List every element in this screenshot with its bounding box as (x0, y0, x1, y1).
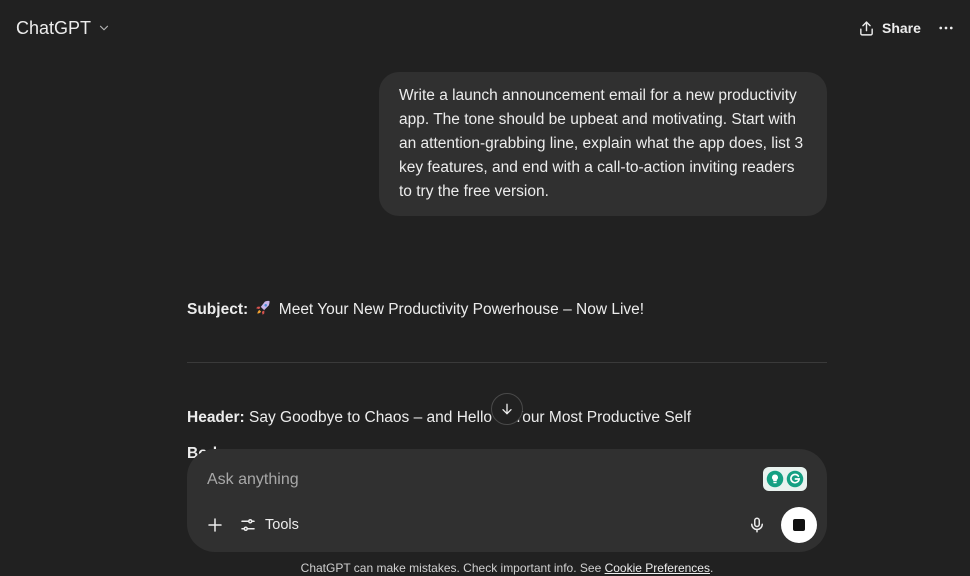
tools-button[interactable]: Tools (239, 512, 299, 538)
chevron-down-icon (99, 25, 109, 31)
grammarly-widget[interactable] (763, 467, 807, 491)
arrow-down-icon (502, 403, 512, 415)
user-message-bubble: Write a launch announcement email for a … (379, 72, 827, 216)
more-horizontal-icon (939, 26, 953, 30)
email-subject-line: Subject: Meet Your New Productivity Powe… (187, 298, 644, 322)
disclaimer-text: ChatGPT can make mistakes. Check importa… (300, 561, 605, 575)
cookie-preferences-link[interactable]: Cookie Preferences (605, 561, 710, 575)
model-selector-button[interactable]: ChatGPT (8, 12, 119, 44)
subject-text: Meet Your New Productivity Powerhouse – … (278, 301, 645, 318)
microphone-icon (751, 517, 763, 533)
header-text: Say Goodbye to Chaos – and Hello to Your… (249, 409, 692, 426)
message-composer: Tools (187, 449, 827, 552)
stop-generating-button[interactable] (781, 507, 817, 543)
stop-icon (793, 519, 805, 531)
user-message-text: Write a launch announcement email for a … (399, 87, 804, 200)
scroll-to-bottom-button[interactable] (491, 393, 523, 425)
voice-input-button[interactable] (745, 512, 769, 538)
subject-label: Subject: (187, 301, 249, 318)
chat-app: ChatGPT Share Write a launch announcemen… (0, 0, 970, 576)
plus-icon (208, 518, 222, 532)
top-bar: ChatGPT Share (0, 0, 970, 56)
prompt-input[interactable] (207, 467, 747, 493)
more-options-button[interactable] (930, 12, 962, 44)
add-attachment-button[interactable] (203, 513, 227, 537)
share-label: Share (882, 20, 921, 36)
disclaimer-suffix: . (709, 561, 714, 575)
lightbulb-icon (766, 470, 784, 488)
share-icon (860, 20, 873, 36)
section-divider (187, 362, 827, 363)
tools-label: Tools (265, 517, 299, 533)
sliders-icon (241, 519, 255, 531)
model-label: ChatGPT (16, 17, 92, 38)
header-label: Header: (187, 409, 245, 426)
disclaimer-footer: ChatGPT can make mistakes. Check importa… (0, 561, 970, 575)
grammarly-icon (786, 470, 804, 488)
email-header-line: Header: Say Goodbye to Chaos – and Hello… (187, 406, 691, 430)
rocket-icon (256, 300, 271, 315)
share-button[interactable]: Share (850, 12, 929, 44)
